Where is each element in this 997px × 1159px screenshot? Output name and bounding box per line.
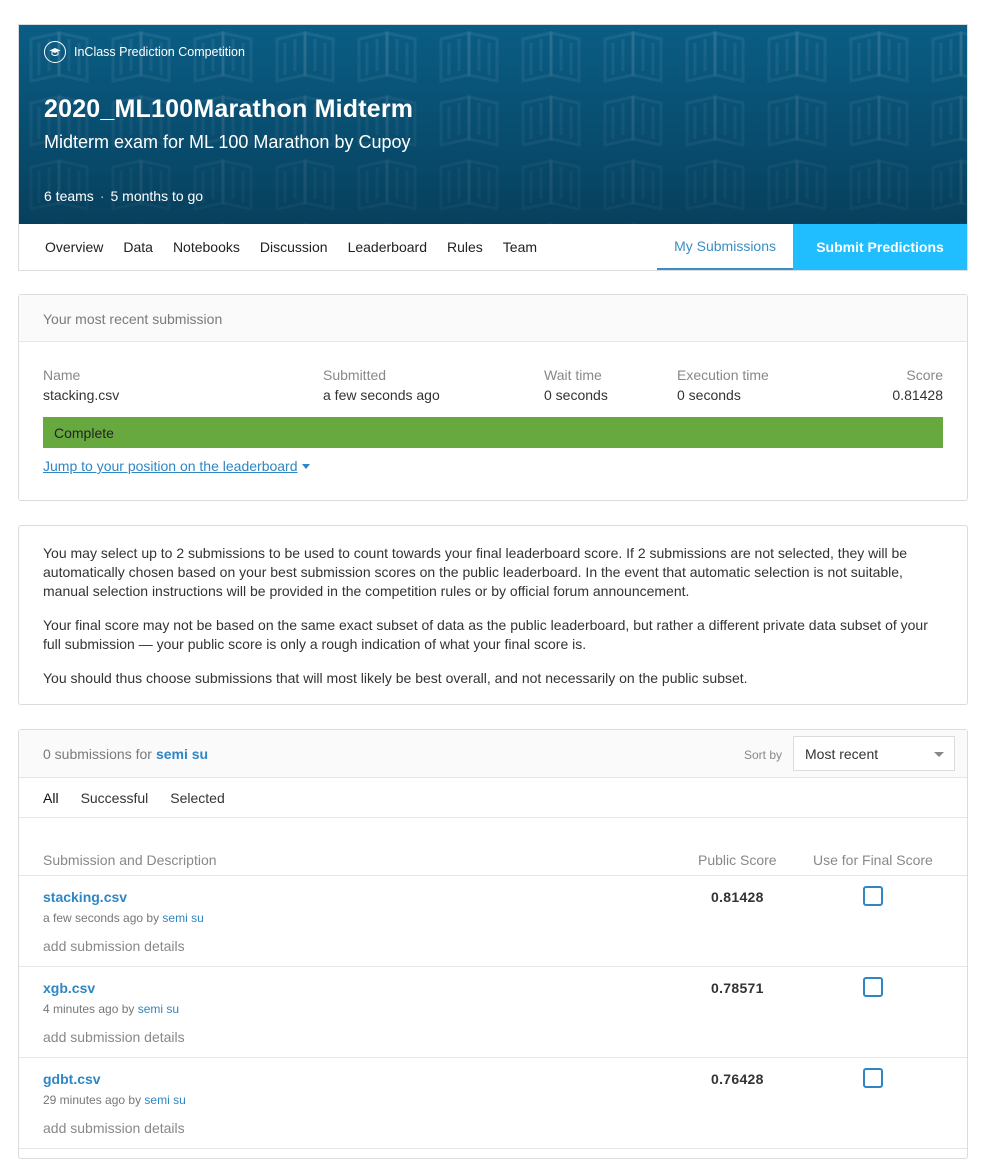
user-link[interactable]: semi su [162,911,203,925]
competition-tabs: Overview Data Notebooks Discussion Leade… [19,224,967,270]
table-row: stacking.csv a few seconds ago by semi s… [19,876,967,967]
filter-successful[interactable]: Successful [81,790,149,806]
tab-discussion[interactable]: Discussion [250,224,338,270]
tab-leaderboard[interactable]: Leaderboard [338,224,437,270]
submissions-list-card: 0 submissions for semi su Sort by Most re… [18,729,968,1159]
final-score-checkbox[interactable] [863,977,883,997]
selection-info-card: You may select up to 2 submissions to be… [18,525,968,705]
competition-subtitle: Midterm exam for ML 100 Marathon by Cupo… [44,132,411,152]
info-paragraph-1: You may select up to 2 submissions to be… [43,545,908,599]
public-score: 0.81428 [711,889,764,905]
info-paragraph-2: Your final score may not be based on the… [43,617,928,652]
competition-meta: 6 teams · 5 months to go [44,188,204,204]
user-link[interactable]: semi su [156,746,208,762]
user-link[interactable]: semi su [144,1093,185,1107]
public-score: 0.78571 [711,980,764,996]
submission-time: 29 minutes ago by semi su [43,1093,186,1107]
submission-name: stacking.csv [43,387,120,403]
filter-all[interactable]: All [43,790,59,806]
final-score-checkbox[interactable] [863,1068,883,1088]
competition-type: InClass Prediction Competition [44,41,245,63]
score-label: Score [906,367,943,383]
user-link[interactable]: semi su [138,1002,179,1016]
tab-rules[interactable]: Rules [437,224,493,270]
competition-header: InClass Prediction Competition 2020_ML10… [18,24,968,271]
submitted-label: Submitted [323,367,387,383]
tab-team[interactable]: Team [493,224,547,270]
tab-my-submissions[interactable]: My Submissions [657,224,793,270]
recent-submission-meta: Name stacking.csv Submitted a few second… [19,342,967,403]
execution-time-label: Execution time [677,367,769,383]
column-public-score: Public Score [698,852,777,868]
column-final-score: Use for Final Score [813,852,933,868]
sort-label: Sort by [744,748,783,762]
jump-to-leaderboard-link[interactable]: Jump to your position on the leaderboard [43,458,310,474]
execution-time-value: 0 seconds [677,387,741,403]
submission-file-link[interactable]: stacking.csv [43,889,127,905]
competition-banner: InClass Prediction Competition 2020_ML10… [19,25,967,224]
wait-time-value: 0 seconds [544,387,608,403]
add-details-link[interactable]: add submission details [43,1120,185,1136]
final-score-checkbox[interactable] [863,886,883,906]
sort-select[interactable]: Most recent [793,736,955,771]
team-count: 6 teams [44,188,94,204]
tab-overview[interactable]: Overview [19,224,113,270]
submission-count: 0 submissions for semi su [43,746,208,762]
table-row: xgb.csv 4 minutes ago by semi su add sub… [19,967,967,1058]
competition-title: 2020_ML100Marathon Midterm [44,95,414,123]
add-details-link[interactable]: add submission details [43,1029,185,1045]
submission-file-link[interactable]: xgb.csv [43,980,95,996]
time-remaining: 5 months to go [110,188,204,204]
name-label: Name [43,367,81,383]
caret-down-icon [301,463,310,469]
submission-filters: All Successful Selected [19,778,967,818]
submission-time: a few seconds ago by semi su [43,911,204,925]
wait-time-label: Wait time [544,367,602,383]
tab-notebooks[interactable]: Notebooks [163,224,250,270]
info-paragraph-3: You should thus choose submissions that … [43,670,748,686]
recent-submission-card: Your most recent submission Name stackin… [18,294,968,501]
table-row: gdbt.csv 29 minutes ago by semi su add s… [19,1058,967,1149]
column-submission: Submission and Description [43,852,217,868]
add-details-link[interactable]: add submission details [43,938,185,954]
submission-count-text: 0 submissions for [43,746,152,762]
graduation-cap-icon [44,41,66,63]
competition-type-label: InClass Prediction Competition [74,45,245,59]
tab-data[interactable]: Data [113,224,163,270]
filter-selected[interactable]: Selected [170,790,224,806]
status-badge: Complete [43,417,943,448]
submission-time: 4 minutes ago by semi su [43,1002,180,1016]
column-headers: Submission and Description Public Score … [19,818,967,876]
sort-value: Most recent [805,746,879,762]
submit-predictions-button[interactable]: Submit Predictions [793,224,967,270]
score-value: 0.81428 [892,387,943,403]
jump-link-label: Jump to your position on the leaderboard [43,458,298,474]
submissions-list-header: 0 submissions for semi su Sort by Most re… [19,730,967,778]
chevron-down-icon [934,752,944,757]
submission-file-link[interactable]: gdbt.csv [43,1071,101,1087]
public-score: 0.76428 [711,1071,764,1087]
submitted-value: a few seconds ago [323,387,440,403]
recent-submission-heading: Your most recent submission [19,295,967,342]
